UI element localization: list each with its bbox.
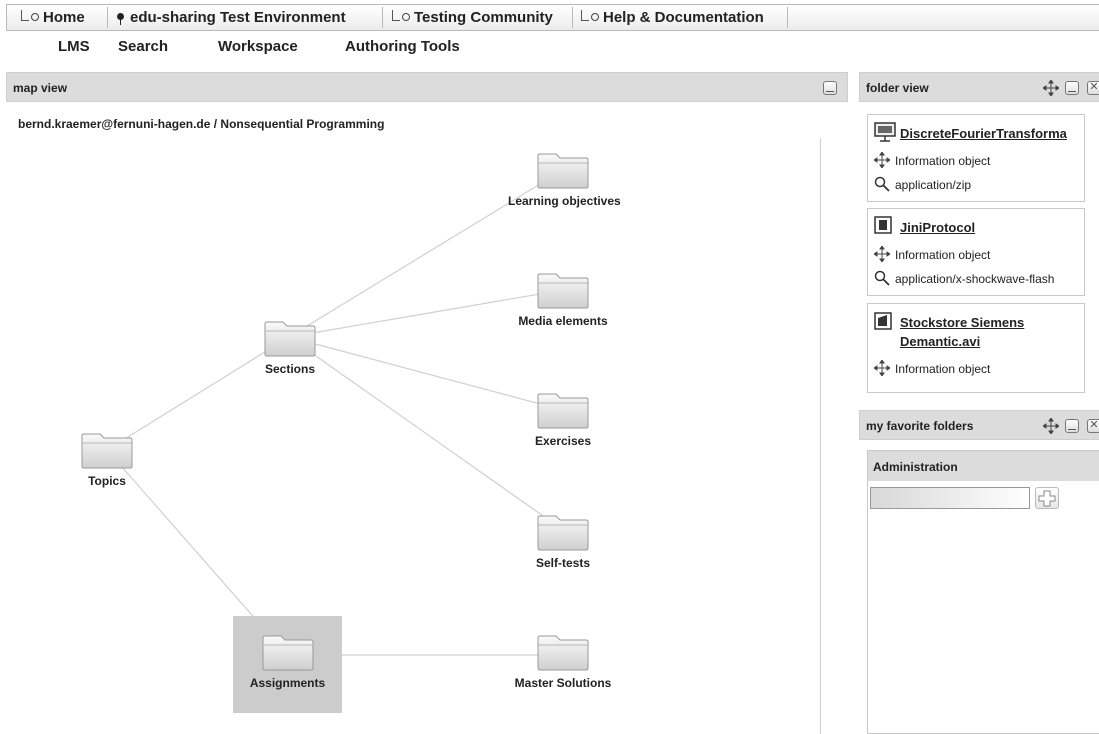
move-icon [873,151,891,169]
folder-icon [537,273,589,309]
map-node-self-tests[interactable]: Self-tests [508,512,618,570]
folder-icon [537,515,589,551]
node-label: Assignments [249,676,326,690]
node-label: Topics [88,474,126,488]
folder-item-card[interactable]: DiscreteFourierTransforma Information ob… [867,114,1085,202]
move-icon[interactable] [1043,418,1059,434]
item-mime-row: application/zip [874,176,971,192]
move-icon [873,359,891,377]
node-label: Media elements [518,314,608,328]
map-node-learning-objectives[interactable]: Learning objectives [508,150,621,208]
favorite-folder-input[interactable] [870,487,1030,509]
folder-item-card[interactable]: Stockstore Siemens Demantic.avi Informat… [867,303,1085,393]
folder-icon [537,153,589,189]
folder-icon [81,433,133,469]
node-label: Exercises [534,434,592,448]
move-icon[interactable] [1043,80,1059,96]
item-type-row: Information object [873,359,990,377]
move-icon [873,245,891,263]
map-node-sections[interactable]: Sections [235,318,345,376]
plus-icon [1038,490,1056,507]
folder-item-title-line2[interactable]: Demantic.avi [900,333,980,350]
map-node-media-elements[interactable]: Media elements [508,270,618,328]
close-icon[interactable]: ✕ [1087,419,1099,433]
folder-item-card[interactable]: JiniProtocol Information object applicat… [867,208,1085,296]
favorites-title: my favorite folders [866,419,974,433]
item-type-row: Information object [873,245,990,263]
folder-icon [262,635,313,671]
minimize-icon[interactable] [1065,419,1079,433]
item-mime-row: application/x-shockwave-flash [874,270,1054,286]
folder-item-title[interactable]: DiscreteFourierTransforma [900,125,1067,142]
file-icon [874,216,892,234]
folder-icon [537,393,589,429]
map-node-exercises[interactable]: Exercises [508,390,618,448]
favorites-header: my favorite folders ✕ [859,410,1099,440]
folder-item-title[interactable]: JiniProtocol [900,219,975,236]
map-node-topics[interactable]: Topics [52,430,162,488]
folder-view-title: folder view [866,81,929,95]
folder-icon [537,635,589,671]
presentation-icon [874,122,896,142]
node-label: Sections [264,362,315,376]
map-node-master-solutions[interactable]: Master Solutions [508,632,618,690]
node-label: Master Solutions [514,676,612,690]
magnifier-icon [874,176,890,192]
item-type-row: Information object [873,151,990,169]
add-favorite-button[interactable] [1035,487,1059,509]
node-label: Self-tests [535,556,591,570]
favorites-box: Administration [867,450,1099,734]
video-icon [874,312,892,330]
favorites-section-header: Administration [868,451,1099,481]
folder-view-header: folder view ✕ [859,72,1099,102]
node-label: Learning objectives [508,194,621,208]
magnifier-icon [874,270,890,286]
minimize-icon[interactable] [1065,81,1079,95]
close-icon[interactable]: ✕ [1087,81,1099,95]
folder-item-title[interactable]: Stockstore Siemens [900,314,1024,331]
favorites-section-title: Administration [873,460,958,474]
folder-icon [264,321,316,357]
map-node-assignments[interactable]: Assignments [233,616,342,713]
